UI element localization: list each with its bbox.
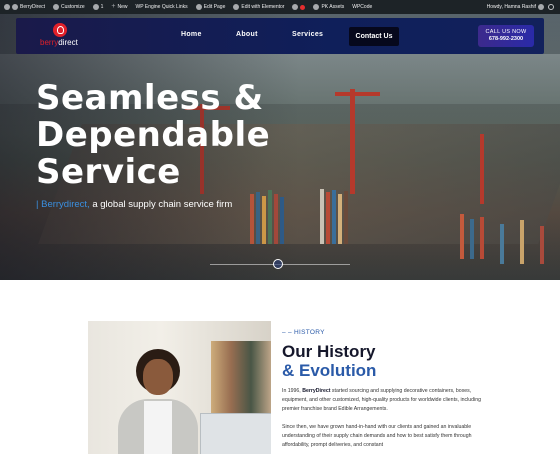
admin-comments-link[interactable]: 1 bbox=[89, 4, 108, 10]
container-stack bbox=[344, 191, 348, 244]
call-us-button[interactable]: CALL US NOW 678-992-2300 bbox=[478, 25, 534, 47]
plus-icon: + bbox=[111, 3, 116, 10]
crane-graphic bbox=[335, 92, 380, 96]
person-shirt bbox=[144, 401, 172, 454]
wordpress-icon bbox=[4, 4, 10, 10]
admin-customize-link[interactable]: Customize bbox=[49, 4, 89, 10]
container-stack bbox=[460, 214, 464, 259]
admin-wpcode-link[interactable]: WPCode bbox=[348, 4, 376, 10]
crane-graphic bbox=[480, 134, 484, 204]
home-icon bbox=[12, 4, 18, 10]
pencil-icon bbox=[195, 4, 202, 10]
search-icon[interactable] bbox=[548, 4, 554, 10]
history-title: Our History bbox=[282, 342, 376, 361]
admin-site-link[interactable]: BerryDirect bbox=[0, 4, 49, 10]
admin-edit-page-link[interactable]: Edit Page bbox=[192, 4, 230, 10]
container-stack bbox=[470, 219, 474, 259]
avatar bbox=[538, 4, 544, 10]
comment-icon bbox=[92, 4, 99, 10]
headline-line-3: Service bbox=[36, 152, 181, 192]
main-nav: berrydirect Home About Services Contact … bbox=[16, 18, 544, 54]
container-stack bbox=[338, 194, 342, 244]
history-kicker: – – HISTORY bbox=[282, 329, 325, 336]
admin-wpengine-link[interactable]: WP Engine Quick Links bbox=[132, 4, 192, 10]
container-stack bbox=[320, 189, 324, 244]
headline-line-1: Seamless & bbox=[36, 78, 264, 118]
container-stack bbox=[540, 226, 544, 264]
tagline-bar: | bbox=[36, 199, 39, 210]
headline-line-2: Dependable bbox=[36, 115, 271, 155]
container-stack bbox=[326, 192, 330, 244]
gear-icon bbox=[313, 4, 320, 10]
tagline-text: a global supply chain service firm bbox=[92, 199, 233, 210]
person-face bbox=[143, 359, 173, 395]
brush-icon bbox=[53, 4, 60, 10]
hero-section: berrydirect Home About Services Contact … bbox=[0, 14, 560, 280]
nav-contact-us[interactable]: Contact Us bbox=[349, 27, 399, 46]
history-paragraph-2: Since then, we have grown hand-in-hand w… bbox=[282, 424, 472, 448]
hero-tagline: | Berrydirect, a global supply chain ser… bbox=[36, 199, 232, 210]
nav-home[interactable]: Home bbox=[181, 31, 202, 38]
admin-elementor-link[interactable]: Edit with Elementor bbox=[229, 4, 288, 10]
admin-new-link[interactable]: + New bbox=[107, 3, 131, 10]
logo-text: berrydirect bbox=[40, 38, 78, 47]
container-stack bbox=[520, 220, 524, 264]
nav-about[interactable]: About bbox=[236, 31, 258, 38]
status-dot-icon bbox=[300, 4, 306, 10]
elementor-icon bbox=[233, 4, 240, 10]
crane-graphic bbox=[350, 89, 355, 194]
brand-logo[interactable]: berrydirect bbox=[40, 23, 82, 49]
container-stack bbox=[332, 190, 336, 244]
history-subtitle: & Evolution bbox=[282, 361, 377, 380]
logo-icon bbox=[53, 23, 67, 37]
container-stack bbox=[480, 217, 484, 259]
phone-number: 678-992-2300 bbox=[488, 36, 524, 42]
container-stack bbox=[500, 224, 504, 264]
tagline-brand: Berrydirect, bbox=[41, 199, 90, 210]
clipboard-icon bbox=[292, 4, 299, 10]
admin-pk-assets-link[interactable]: PK Assets bbox=[309, 4, 348, 10]
wp-admin-bar: BerryDirect Customize 1 + New WP Engine Q… bbox=[0, 0, 560, 14]
admin-toolbar-icons[interactable] bbox=[288, 4, 309, 10]
hero-headline: Seamless & Dependable Service bbox=[36, 80, 270, 191]
call-us-label: CALL US NOW bbox=[485, 29, 527, 35]
history-photo bbox=[88, 321, 271, 454]
history-paragraph-1: In 1996, BerryDirect started sourcing an… bbox=[282, 388, 481, 412]
nav-services[interactable]: Services bbox=[292, 31, 323, 38]
laptop bbox=[200, 413, 271, 454]
slider-indicator[interactable] bbox=[273, 259, 283, 269]
admin-account-menu[interactable]: Howdy, Hamna Rashif bbox=[483, 4, 548, 10]
